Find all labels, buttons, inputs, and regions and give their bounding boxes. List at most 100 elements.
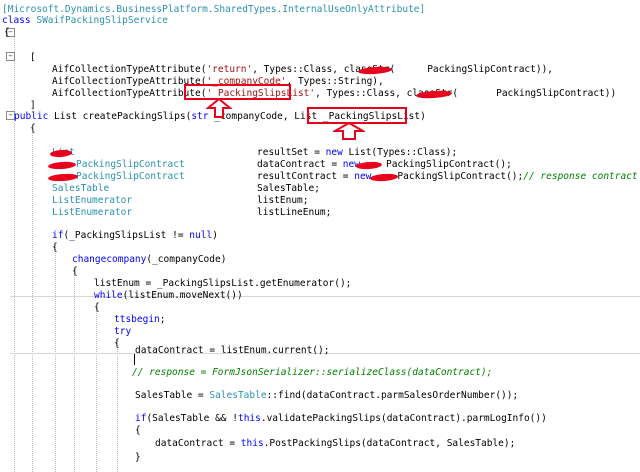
red-up-arrow-icon [206,98,232,118]
code-line[interactable]: resultContract = new PackingSlipContract(… [257,171,638,183]
code-text: PackingSlipContract)), [427,64,554,75]
code-line[interactable]: { [114,338,120,350]
code-line[interactable]: { [72,266,78,278]
indent-guide [117,340,118,472]
code-text: resultContract = [257,171,355,182]
code-text: PackingSlipContract)) [496,88,617,99]
code-line[interactable]: listEnum; [257,195,308,207]
class-name: SWaifPackingSlipService [36,15,168,26]
code-line[interactable]: resultSet = new List(Types::Class); [257,147,457,159]
code-text: SalesTable = [135,390,210,401]
code-line[interactable]: SalesTable = SalesTable::find(dataContra… [135,390,518,402]
type-name: SalesTable [209,390,267,401]
code-line[interactable]: ListEnumerator [52,195,132,207]
code-text: .PostPackingSlips(dataContract, SalesTab… [263,438,516,449]
code-line[interactable]: dataContract = listEnum.current(); [135,345,329,357]
code-line[interactable]: PackingSlipContract [76,159,185,171]
code-line[interactable]: PackingSlipContract [76,171,185,183]
code-text: List( [342,147,378,158]
brace: { [94,302,100,313]
indent-guide [55,245,56,472]
code-text: listEnum = _PackingSlipsList.getEnumerat… [94,278,352,289]
comment: // response = FormJsonSerializer::serial… [132,367,493,378]
type-name: PackingSlipContract [76,159,185,170]
code-line[interactable]: SalesTable; [257,183,320,195]
keyword: if [135,413,147,424]
brace: { [52,242,58,253]
code-text: , Types::String), [286,76,384,87]
code-line[interactable]: changecompany(_companyCode) [72,254,226,266]
indent-guide [74,268,75,472]
code-text: Types::Class); [377,147,458,158]
red-up-arrow-icon [333,122,365,140]
keyword: null [189,230,213,241]
code-line[interactable]: SalesTable [52,183,109,195]
redaction-mark [47,172,79,183]
redaction-mark [47,161,77,170]
code-line[interactable]: } [135,452,141,464]
code-line[interactable]: class SWaifPackingSlipService [2,15,168,27]
code-line[interactable]: AifCollectionTypeAttribute('return', Typ… [52,64,553,76]
code-text: PackingSlipContract(); [397,171,524,182]
code-line[interactable]: listLineEnum; [257,207,331,219]
highlight-box [184,84,291,100]
code-line[interactable]: dataContract = new PackingSlipContract(); [257,159,512,171]
code-text: PackingSlipContract(); [385,159,512,170]
code-text: .validatePackingSlips(dataContract).parm… [260,413,547,424]
code-line[interactable]: dataContract = this.PostPackingSlips(dat… [155,438,515,450]
code-text: ; [159,314,166,325]
code-line[interactable]: if(SalesTable && !this.validatePackingSl… [135,413,547,425]
code-text: ) [212,230,218,241]
keyword: new [325,147,343,158]
code-line[interactable]: { [4,27,10,39]
code-text: listLineEnum; [257,207,332,218]
keyword: try [114,326,132,337]
code-line[interactable]: { [135,425,141,437]
type-name: SalesTable [52,183,110,194]
code-line[interactable]: { [94,302,100,314]
type-name: ListEnumerator [52,195,133,206]
code-text: SalesTable; [257,183,320,194]
code-line[interactable]: { [52,242,58,254]
code-text: List createPackingSlips( [48,111,192,122]
keyword: class [2,15,31,26]
collapse-minus-icon[interactable]: − [6,52,15,61]
bracket: ] [30,100,36,111]
code-line[interactable]: ListEnumerator [52,207,132,219]
code-text: (SalesTable && ! [146,413,238,424]
code-text: (listEnum.moveNext()) [122,290,243,301]
code-line[interactable]: { [30,123,36,135]
brace: } [135,452,141,463]
brace: { [30,123,36,134]
keyword: if [52,230,64,241]
code-line[interactable]: try [114,326,131,338]
code-text: listEnum; [257,195,309,206]
code-text: (_companyCode) [146,254,227,265]
code-line[interactable]: AifCollectionTypeAttribute('_PackingSlip… [52,88,616,100]
keyword: changecompany [72,254,147,265]
code-text: (_PackingSlipsList != [63,230,190,241]
code-line[interactable]: if(_PackingSlipsList != null) [52,230,218,242]
indent-guide [32,132,33,472]
brace: { [4,27,10,38]
code-line[interactable]: while(listEnum.moveNext()) [94,290,243,302]
bracket: [ [30,52,36,63]
code-line[interactable]: // response = FormJsonSerializer::serial… [132,367,492,379]
attribute-text: [Microsoft.Dynamics.BusinessPlatform.Sha… [2,4,426,15]
type-name: PackingSlipContract [76,171,185,182]
code-text: dataContract = listEnum.current(); [135,345,330,356]
keyword: ttsbegin [114,314,160,325]
text-caret [134,354,135,365]
type-name: ListEnumerator [52,207,133,218]
keyword: this [237,413,261,424]
code-text: dataContract = [257,159,343,170]
string-literal: 'return' [206,64,253,75]
indent-guide [14,30,15,472]
code-line[interactable]: listEnum = _PackingSlipsList.getEnumerat… [94,278,351,290]
keyword: public [14,111,49,122]
code-line[interactable]: [ [30,52,36,64]
code-line[interactable]: ttsbegin; [114,314,166,326]
comment: // response contract [523,171,638,182]
brace: { [114,338,120,349]
code-text: ::find(dataContract.parmSalesOrderNumber… [266,390,519,401]
